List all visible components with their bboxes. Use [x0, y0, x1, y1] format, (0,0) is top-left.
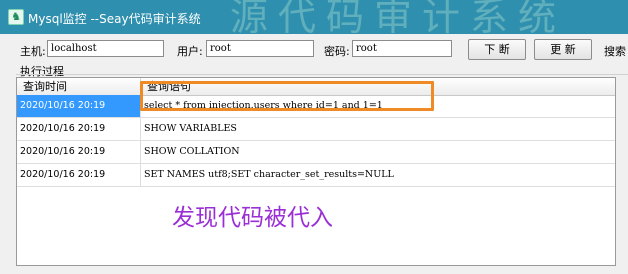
query-statement-cell: SHOW COLLATION — [141, 141, 615, 163]
refresh-button[interactable]: 更 新 — [534, 39, 592, 60]
query-statement-cell: SHOW VARIABLES — [141, 118, 615, 140]
query-time-cell: 2020/10/16 20:19 — [17, 164, 141, 186]
user-input[interactable]: root — [206, 40, 314, 57]
host-input[interactable]: localhost — [47, 40, 164, 57]
group-divider — [16, 74, 628, 75]
table-row[interactable]: 2020/10/16 20:19 SHOW VARIABLES — [17, 118, 615, 141]
table-row[interactable]: 2020/10/16 20:19 SHOW COLLATION — [17, 141, 615, 164]
password-input[interactable]: root — [352, 40, 452, 57]
table-row[interactable]: 2020/10/16 20:19 SET NAMES utf8;SET char… — [17, 164, 615, 187]
window-title: Mysql监控 --Seay代码审计系统 — [28, 12, 201, 26]
disconnect-button[interactable]: 下 断 — [468, 39, 526, 60]
user-label: 用户: — [177, 45, 203, 58]
host-label: 主机: — [20, 45, 46, 58]
query-statement-cell: SET NAMES utf8;SET character_set_results… — [141, 164, 615, 186]
query-time-cell: 2020/10/16 20:19 — [17, 118, 141, 140]
query-time-cell: 2020/10/16 20:19 — [17, 95, 141, 117]
column-header-query-time[interactable]: 查询时间 — [17, 78, 141, 95]
password-label: 密码: — [324, 45, 350, 58]
app-icon: ♞ — [8, 9, 24, 25]
query-time-cell: 2020/10/16 20:19 — [17, 141, 141, 163]
title-bar: 源代码审计系统 ♞ Mysql监控 --Seay代码审计系统 — [0, 0, 628, 34]
search-label: 搜索 — [604, 45, 626, 58]
title-watermark: 源代码审计系统 — [230, 0, 567, 34]
highlight-box — [140, 81, 434, 111]
annotation-text: 发现代码被代入 — [172, 205, 333, 231]
